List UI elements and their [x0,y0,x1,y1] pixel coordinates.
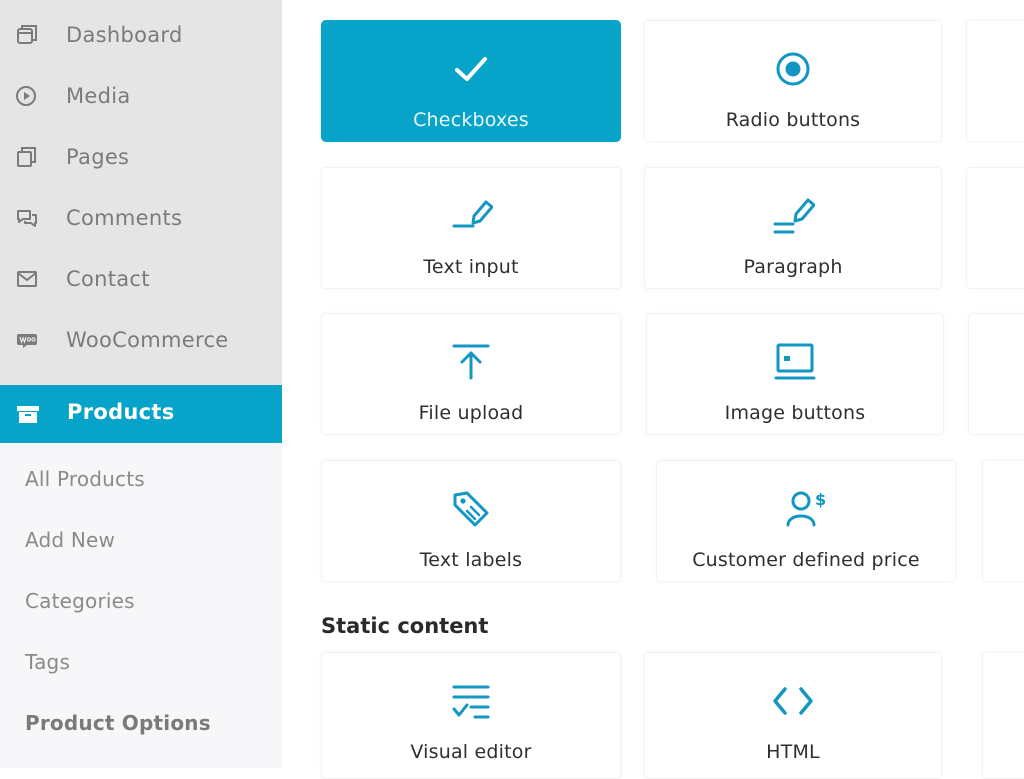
field-type-customer-defined-price[interactable]: $ Customer defined price [656,460,956,582]
tag-icon [453,491,489,527]
sidebar-item-products[interactable]: Products [0,385,282,443]
sidebar-item-pages[interactable]: Pages [0,132,282,182]
file-upload-icon [452,344,490,380]
field-type-image-buttons[interactable]: Image buttons [646,313,944,435]
field-type-card-partial[interactable] [968,313,1024,435]
checkmark-icon [455,57,487,81]
image-buttons-icon [774,343,816,380]
text-input-icon [452,200,493,228]
sidebar-item-comments[interactable]: Comments [0,193,282,243]
sidebar-item-woocommerce[interactable]: WooCommerce [0,315,282,365]
sidebar-item-label: WooCommerce [66,328,229,352]
field-type-card-partial[interactable] [982,652,1024,779]
products-submenu: All Products Add New Categories Tags Pro… [0,443,282,768]
field-type-card-partial[interactable] [966,167,1024,289]
sidebar-item-label: Dashboard [66,23,183,47]
woocommerce-icon [17,334,37,348]
field-type-visual-editor[interactable]: Visual editor [321,652,621,779]
submenu-categories[interactable]: Categories [25,589,135,613]
html-code-icon [773,687,813,715]
sidebar-item-label: Pages [66,145,130,169]
field-type-card-partial[interactable] [966,20,1024,142]
pages-icon [17,147,36,167]
media-icon [16,86,36,106]
field-type-radio-buttons[interactable]: Radio buttons [644,20,942,142]
field-type-checkboxes[interactable]: Checkboxes [321,20,621,142]
sidebar-item-label: Contact [66,267,150,291]
field-type-label: Visual editor [410,741,532,763]
customer-price-icon: $ [786,490,826,527]
field-type-label: Text input [423,256,519,278]
field-type-label: Paragraph [743,256,843,278]
admin-sidebar: Dashboard Media Pages Comments Contact W… [0,0,282,768]
field-type-label: File upload [418,402,524,424]
field-type-file-upload[interactable]: File upload [321,313,621,435]
contact-icon [17,271,37,287]
field-type-card-partial[interactable] [982,460,1024,582]
field-type-label: Customer defined price [692,549,920,571]
sidebar-item-label: Media [66,84,131,108]
submenu-product-options[interactable]: Product Options [25,711,211,735]
svg-text:$: $ [815,490,826,509]
static-content-heading: Static content [321,614,489,638]
field-type-text-labels[interactable]: Text labels [321,460,621,582]
products-icon [17,406,39,423]
dashboard-icon [17,25,37,44]
field-type-label: Image buttons [724,402,866,424]
field-type-label: HTML [766,741,820,763]
sidebar-item-dashboard[interactable]: Dashboard [0,10,282,60]
field-type-paragraph[interactable]: Paragraph [644,167,942,289]
sidebar-item-label: Comments [66,206,183,230]
field-type-label: Checkboxes [413,109,529,131]
paragraph-icon [773,198,815,234]
field-type-text-input[interactable]: Text input [321,167,621,289]
visual-editor-icon [452,685,490,719]
sidebar-item-contact[interactable]: Contact [0,254,282,304]
field-type-label: Radio buttons [725,109,861,131]
submenu-add-new[interactable]: Add New [25,528,115,552]
field-type-label: Text labels [419,549,523,571]
submenu-tags[interactable]: Tags [25,650,70,674]
comments-icon [17,210,37,227]
sidebar-item-media[interactable]: Media [0,71,282,121]
field-type-html[interactable]: HTML [644,652,942,779]
sidebar-item-label: Products [67,400,175,424]
radio-button-icon [776,52,810,86]
submenu-all-products[interactable]: All Products [25,467,145,491]
